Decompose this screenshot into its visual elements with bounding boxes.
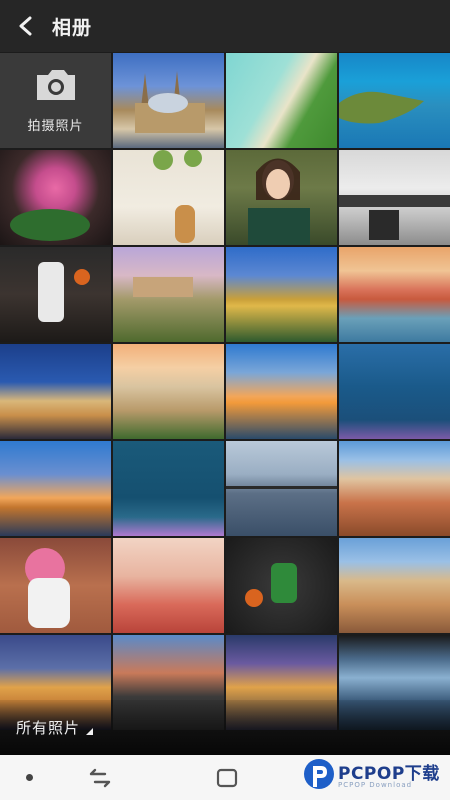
dropdown-corner-icon <box>86 728 94 735</box>
photo-thumbnail[interactable] <box>339 53 450 148</box>
home-icon[interactable] <box>216 768 238 788</box>
photo-thumbnail[interactable] <box>113 441 224 536</box>
photo-thumbnail[interactable] <box>339 441 450 536</box>
camera-icon <box>37 70 75 100</box>
photo-thumbnail[interactable] <box>226 344 337 439</box>
photo-thumbnail[interactable] <box>113 538 224 633</box>
page-title: 相册 <box>52 16 93 39</box>
album-filter-label[interactable]: 所有照片 <box>16 717 80 738</box>
pcpop-logo-icon <box>304 759 334 789</box>
photo-thumbnail[interactable] <box>339 247 450 342</box>
photo-thumbnail[interactable] <box>226 247 337 342</box>
photo-thumbnail[interactable] <box>0 150 111 245</box>
photo-thumbnail[interactable] <box>0 344 111 439</box>
photo-thumbnail[interactable] <box>0 538 111 633</box>
photo-thumbnail[interactable] <box>339 150 450 245</box>
photo-thumbnail[interactable] <box>0 441 111 536</box>
photo-thumbnail[interactable] <box>339 538 450 633</box>
take-photo-label: 拍摄照片 <box>27 119 84 134</box>
photo-thumbnail[interactable] <box>113 344 224 439</box>
watermark-sub: PCPOP Download <box>338 781 413 789</box>
photo-thumbnail[interactable] <box>226 538 337 633</box>
photo-thumbnail[interactable] <box>113 247 224 342</box>
photo-thumbnail[interactable] <box>226 441 337 536</box>
app-header: 相册 <box>0 0 450 52</box>
photo-thumbnail[interactable] <box>226 150 337 245</box>
album-filter-bar[interactable]: 所有照片 <box>0 700 450 755</box>
back-button[interactable] <box>0 0 52 52</box>
photo-thumbnail[interactable] <box>113 53 224 148</box>
photo-thumbnail[interactable] <box>113 150 224 245</box>
watermark-logo: PCPOP下载 PCPOP Download <box>300 757 450 797</box>
photo-thumbnail[interactable] <box>0 247 111 342</box>
take-photo-tile[interactable]: 拍摄照片 <box>0 53 111 148</box>
recent-apps-icon[interactable] <box>88 768 112 788</box>
back-arrow-icon <box>19 16 32 36</box>
nav-dot-icon[interactable] <box>26 774 33 781</box>
photo-grid: 拍摄照片 <box>0 53 450 730</box>
photo-thumbnail[interactable] <box>339 344 450 439</box>
photo-thumbnail[interactable] <box>226 53 337 148</box>
